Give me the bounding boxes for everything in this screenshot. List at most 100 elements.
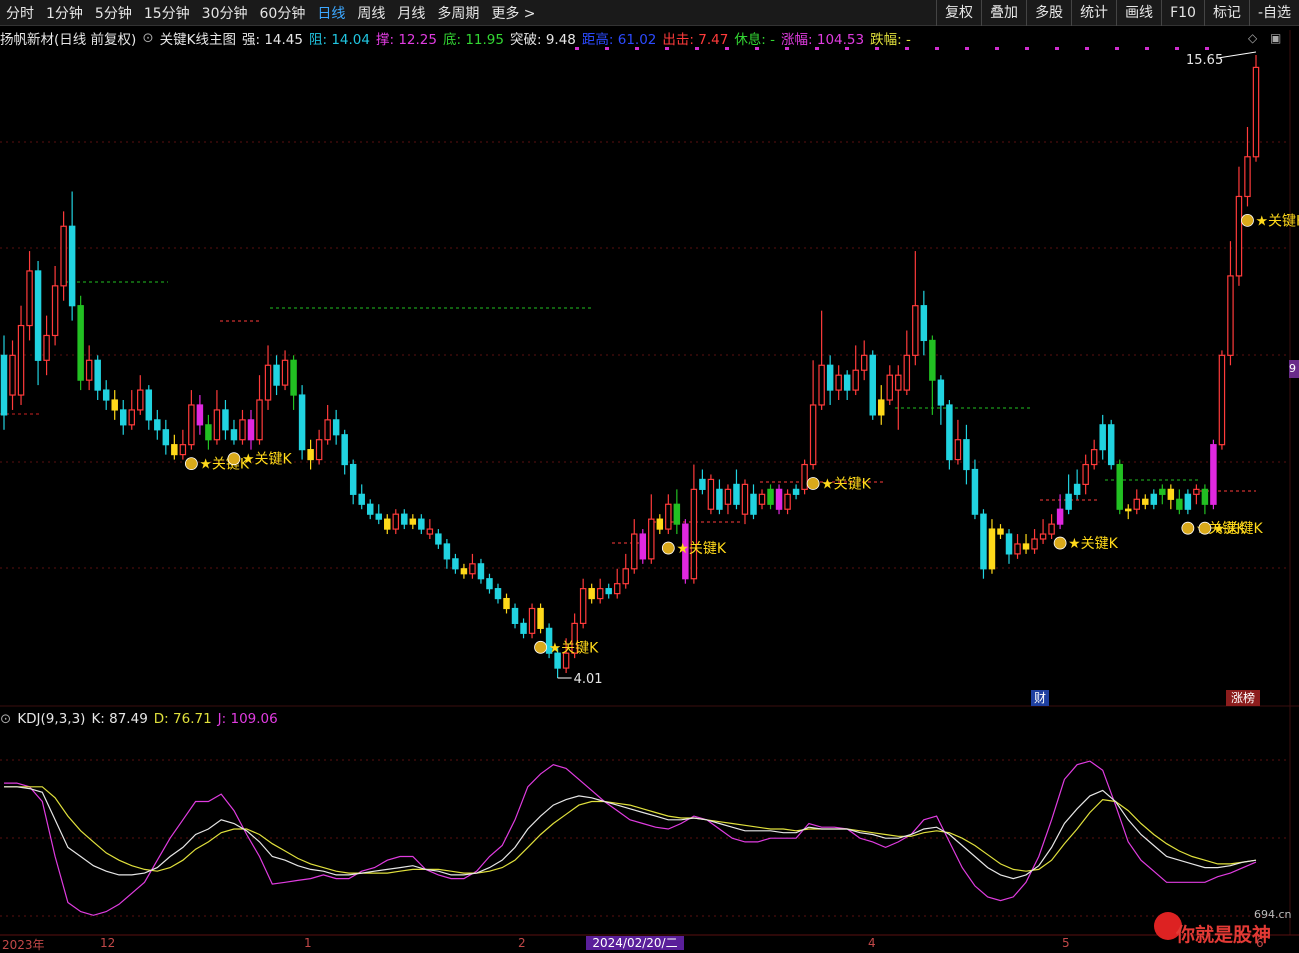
key-k-coin-5 [1053, 536, 1067, 550]
candle-body-55 [469, 563, 476, 575]
candle-body-27 [230, 429, 238, 441]
candle-body-104 [886, 374, 894, 401]
key-k-label-1: ★关键K [242, 452, 293, 468]
candle-body-97 [826, 364, 834, 391]
top-dot-13 [965, 47, 969, 50]
top-dot-16 [1055, 47, 1059, 50]
candle-body-72 [613, 583, 621, 595]
candle-body-8 [68, 225, 76, 307]
top-dot-19 [1145, 47, 1149, 50]
candle-body-25 [213, 409, 221, 441]
candle-body-39 [332, 419, 340, 436]
candle-body-123 [1048, 523, 1055, 535]
xaxis-label-0: 2023年 [2, 938, 45, 952]
candle-body-68 [579, 588, 587, 624]
key-k-coin-0 [184, 457, 198, 471]
candle-body-107 [912, 305, 919, 356]
candle-body-0 [0, 354, 8, 416]
candle-body-17 [145, 389, 153, 421]
candle-body-40 [341, 434, 348, 466]
candle-body-31 [264, 364, 272, 401]
candle-body-110 [937, 379, 945, 406]
candle-body-125 [1065, 493, 1072, 510]
candle-body-51 [435, 533, 442, 545]
candle-body-42 [358, 493, 365, 505]
xaxis-label-6: 5 [1062, 936, 1070, 950]
candle-body-61 [520, 622, 527, 634]
candle-body-63 [537, 607, 544, 629]
candle-body-38 [324, 419, 331, 441]
candle-body-14 [119, 409, 127, 426]
candle-body-111 [946, 404, 953, 461]
candle-body-16 [137, 389, 144, 411]
candle-body-96 [818, 364, 825, 406]
key-k-label-2: ★关键K [549, 640, 600, 656]
candle-body-70 [596, 588, 604, 600]
candle-body-124 [1056, 508, 1064, 525]
top-dot-4 [695, 47, 699, 50]
top-dot-2 [635, 47, 639, 50]
kdj-values: K: 87.49 D: 76.71 J: 109.06 [91, 711, 283, 727]
key-k-coin-6 [1241, 214, 1254, 227]
kdj-d-line [4, 786, 1257, 874]
candle-body-117 [997, 528, 1004, 535]
candle-body-144 [1227, 275, 1234, 356]
candle-body-82 [699, 478, 706, 490]
top-dot-12 [935, 47, 939, 50]
candle-body-46 [392, 513, 400, 530]
candle-body-118 [1005, 533, 1013, 555]
candle-body-43 [366, 503, 374, 515]
candle-body-47 [401, 513, 408, 525]
candle-body-28 [239, 419, 246, 441]
candle-body-88 [750, 493, 757, 515]
top-dot-14 [995, 47, 999, 50]
candle-body-30 [256, 399, 263, 441]
candlestick-chart[interactable]: ★关键K★关键K★关键K★关键K★关键K★关键K★关键K★关键K★关键K15.6… [0, 0, 1299, 950]
high-price-label: 15.65 [1186, 53, 1223, 68]
candle-body-60 [511, 607, 519, 624]
key-k-coin-8 [1198, 521, 1212, 535]
top-dot-17 [1085, 47, 1089, 50]
candle-body-34 [290, 359, 297, 396]
limit-up-tag[interactable]: 涨榜 [1226, 690, 1260, 706]
candle-body-91 [775, 488, 783, 510]
candle-body-86 [733, 483, 740, 505]
candle-body-106 [903, 354, 911, 391]
candle-body-13 [111, 399, 118, 411]
key-k-label-5: ★关键K [1068, 536, 1119, 552]
candle-body-9 [77, 305, 84, 381]
candle-body-103 [878, 399, 885, 416]
candle-body-122 [1039, 533, 1047, 540]
candle-body-20 [171, 444, 178, 456]
candle-body-146 [1244, 156, 1251, 198]
candle-body-141 [1201, 488, 1209, 505]
candle-body-44 [375, 513, 382, 520]
kdj-name[interactable]: KDJ(9,3,3) [17, 711, 85, 727]
candle-body-3 [26, 270, 33, 327]
candle-body-29 [247, 419, 255, 441]
top-dot-1 [605, 47, 609, 50]
candle-body-133 [1133, 498, 1141, 510]
kdj-k-line [4, 786, 1257, 880]
candle-body-93 [792, 488, 800, 495]
candle-body-26 [222, 409, 229, 431]
top-dot-3 [665, 47, 669, 50]
top-dot-7 [785, 47, 789, 50]
candle-body-37 [315, 439, 323, 461]
key-k-coin-1 [227, 452, 241, 466]
candle-body-90 [767, 488, 774, 505]
key-k-label-4: ★关键K [821, 477, 872, 493]
key-k-label-3: ★关键K [676, 541, 727, 557]
candle-body-74 [631, 533, 638, 570]
candle-body-143 [1218, 354, 1226, 446]
candle-body-81 [690, 488, 698, 580]
candle-body-19 [162, 429, 170, 446]
candle-body-138 [1176, 498, 1183, 510]
finance-tag[interactable]: 财 [1031, 690, 1049, 706]
candle-body-108 [920, 305, 928, 342]
kdj-info-bar: ⊙ KDJ(9,3,3) K: 87.49 D: 76.71 J: 109.06 [0, 709, 290, 729]
candle-body-137 [1167, 488, 1175, 500]
low-price-label: 4.01 [574, 672, 603, 687]
candle-body-53 [452, 558, 459, 570]
kdj-toggle-icon[interactable]: ⊙ [0, 711, 11, 727]
